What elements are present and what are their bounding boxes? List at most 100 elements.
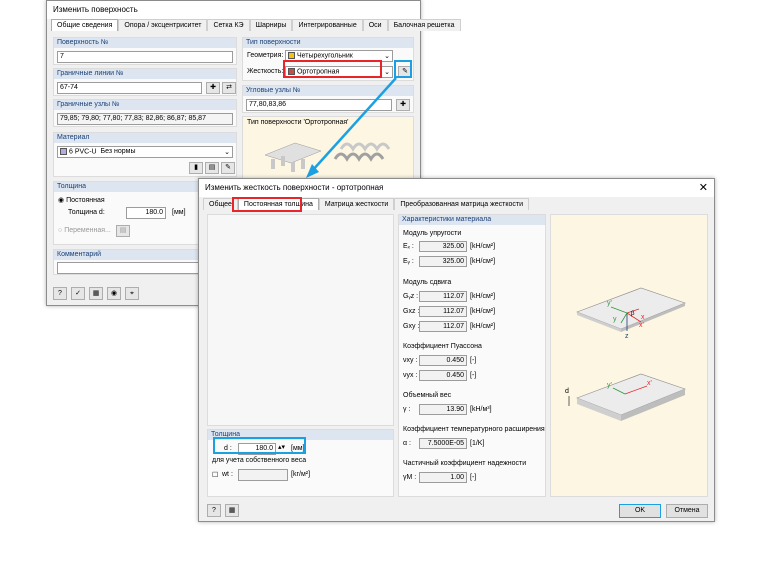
chevron-down-icon: ⌄ xyxy=(384,53,390,60)
select-button[interactable]: ⌖ xyxy=(125,287,139,300)
vxy-unit: [-] xyxy=(470,357,477,364)
gamma-symbol: γ : xyxy=(403,406,411,413)
corner-nodes-label: Угловые узлы № xyxy=(243,86,413,96)
variable-radio[interactable]: ○ Переменная... xyxy=(58,227,111,234)
material-number: 6 xyxy=(68,148,73,156)
selfweight-label: для учета собственного веса xyxy=(212,457,307,464)
tab-bar: Общие сведения Опора / эксцентриситет Се… xyxy=(51,19,461,32)
tab-grillage[interactable]: Балочная решетка xyxy=(387,19,461,31)
material-norm: Без нормы xyxy=(100,148,136,156)
close-icon[interactable]: ✕ xyxy=(699,181,708,194)
thickness-d-label: Толщина d: xyxy=(68,209,105,216)
gyz-symbol: Gᵧz : xyxy=(403,293,419,300)
surface-axes-illustration: y' x x' y z β x' y' d xyxy=(565,287,686,421)
boundary-lines-label: Граничные линии № xyxy=(54,69,236,79)
edit-material-button[interactable]: ✎ xyxy=(221,162,235,174)
ex-value: 325.00 xyxy=(419,241,467,252)
tab-support-eccentricity[interactable]: Опора / эксцентриситет xyxy=(118,19,208,31)
tab-integrated[interactable]: Интегрированные xyxy=(292,19,363,31)
gamma-m-unit: [-] xyxy=(470,474,477,481)
material-library-button[interactable]: ▮ xyxy=(189,162,203,174)
vxy-value: 0.450 xyxy=(419,355,467,366)
pick-lines-button[interactable]: ✚ xyxy=(206,82,220,94)
wt-label: wt : xyxy=(222,471,233,478)
svg-text:d: d xyxy=(565,388,569,395)
help-button[interactable]: ? xyxy=(53,287,67,300)
svg-text:x: x xyxy=(641,314,645,321)
material-name: PVC-U xyxy=(74,148,97,156)
ey-unit: [kH/см²] xyxy=(470,258,496,265)
wt-checkbox[interactable]: ☐ xyxy=(212,471,218,479)
tab-general[interactable]: Общие сведения xyxy=(51,19,119,31)
tab-stiffness-matrix[interactable]: Матрица жесткости xyxy=(318,198,395,210)
thickness-d-field[interactable]: 180.0 xyxy=(126,207,166,219)
material-group: Материал 6 PVC-U Без нормы ⌄ ▮ ▤ ✎ xyxy=(53,132,237,177)
edit-stiffness-highlight xyxy=(394,60,412,78)
stiffness-highlight xyxy=(283,60,382,78)
gxy-symbol: Gxy : xyxy=(403,323,420,330)
material-label: Материал xyxy=(54,133,236,143)
svg-text:y': y' xyxy=(607,300,612,307)
surface-no-group: Поверхность № 7 xyxy=(53,37,237,65)
ex-unit: [kH/см²] xyxy=(470,243,496,250)
corner-nodes-group: Угловые узлы № 77,80,83,86 ✚ xyxy=(242,85,414,113)
thermal-label: Коэффициент температурного расширения xyxy=(403,426,545,433)
wt-field[interactable] xyxy=(238,469,288,481)
radio-empty-icon: ○ xyxy=(58,227,63,234)
stiffness-label: Жесткость: xyxy=(247,68,284,75)
gxz-symbol: Gxz : xyxy=(403,308,420,315)
gxz-value: 112.07 xyxy=(419,306,467,317)
shear-modulus-label: Модуль сдвига xyxy=(403,279,452,286)
gxz-unit: [kH/см²] xyxy=(470,308,496,315)
pick-corner-nodes-button[interactable]: ✚ xyxy=(396,99,410,111)
numbering-button[interactable]: ▦ xyxy=(225,504,239,517)
tab-axes[interactable]: Оси xyxy=(362,19,388,31)
gxy-unit: [kH/см²] xyxy=(470,323,496,330)
active-tab-highlight xyxy=(232,197,302,212)
gxy-value: 112.07 xyxy=(419,321,467,332)
view-button[interactable]: ◉ xyxy=(107,287,121,300)
tab-fe-mesh[interactable]: Сетка КЭ xyxy=(207,19,250,31)
check-button[interactable]: ✓ xyxy=(71,287,85,300)
title-bar: Изменить поверхность xyxy=(47,1,420,19)
safety-factor-label: Частичный коэффициент надежности xyxy=(403,460,527,467)
corner-nodes-field[interactable]: 77,80,83,86 xyxy=(246,99,392,111)
new-material-button[interactable]: ▤ xyxy=(205,162,219,174)
boundary-lines-field[interactable]: 67-74 xyxy=(57,82,202,94)
alpha-unit: [1/K] xyxy=(470,440,485,447)
svg-text:β: β xyxy=(631,311,635,317)
ey-symbol: Eᵧ : xyxy=(403,258,414,265)
gamma-value: 13.90 xyxy=(419,404,467,415)
tab-hinges[interactable]: Шарниры xyxy=(249,19,293,31)
material-color-swatch xyxy=(60,148,67,155)
surface-no-label: Поверхность № xyxy=(54,38,236,48)
surface-type-label: Тип поверхности xyxy=(243,38,413,48)
lines-options-button[interactable]: ⇄ xyxy=(222,82,236,94)
dialog-title: Изменить поверхность xyxy=(53,5,138,14)
numbering-button[interactable]: ▦ xyxy=(89,287,103,300)
svg-text:x': x' xyxy=(647,380,652,387)
svg-text:x': x' xyxy=(639,322,644,329)
thickness-unit: [мм] xyxy=(172,209,186,216)
cancel-button[interactable]: Отмена xyxy=(666,504,708,518)
material-properties-label: Характеристики материала xyxy=(399,215,545,225)
ok-button[interactable]: OK xyxy=(619,504,661,518)
help-button[interactable]: ? xyxy=(207,504,221,517)
gamma-unit: [kH/м³] xyxy=(470,406,492,413)
geometry-color-swatch xyxy=(288,52,295,59)
chevron-down-icon: ⌄ xyxy=(384,69,390,76)
tab-transformed-matrix[interactable]: Преобразованная матрица жесткости xyxy=(394,198,530,210)
variable-thickness-button[interactable]: ▤ xyxy=(116,225,130,237)
surface-no-field[interactable]: 7 xyxy=(57,51,233,63)
preview-label: Тип поверхности 'Ортотропная' xyxy=(247,119,349,126)
material-properties-group: Характеристики материала Модуль упругост… xyxy=(398,214,546,497)
boundary-lines-group: Граничные линии № 67-74 ✚ ⇄ xyxy=(53,68,237,96)
vyx-value: 0.450 xyxy=(419,370,467,381)
constant-radio[interactable]: ◉ Постоянная xyxy=(58,196,105,204)
geometry-value: Четырехугольник xyxy=(296,52,353,60)
constant-label: Постоянная xyxy=(66,197,105,204)
empty-panel xyxy=(207,214,394,426)
material-select[interactable]: 6 PVC-U Без нормы ⌄ xyxy=(57,146,233,158)
radio-selected-icon: ◉ xyxy=(58,197,65,204)
ey-value: 325.00 xyxy=(419,256,467,267)
